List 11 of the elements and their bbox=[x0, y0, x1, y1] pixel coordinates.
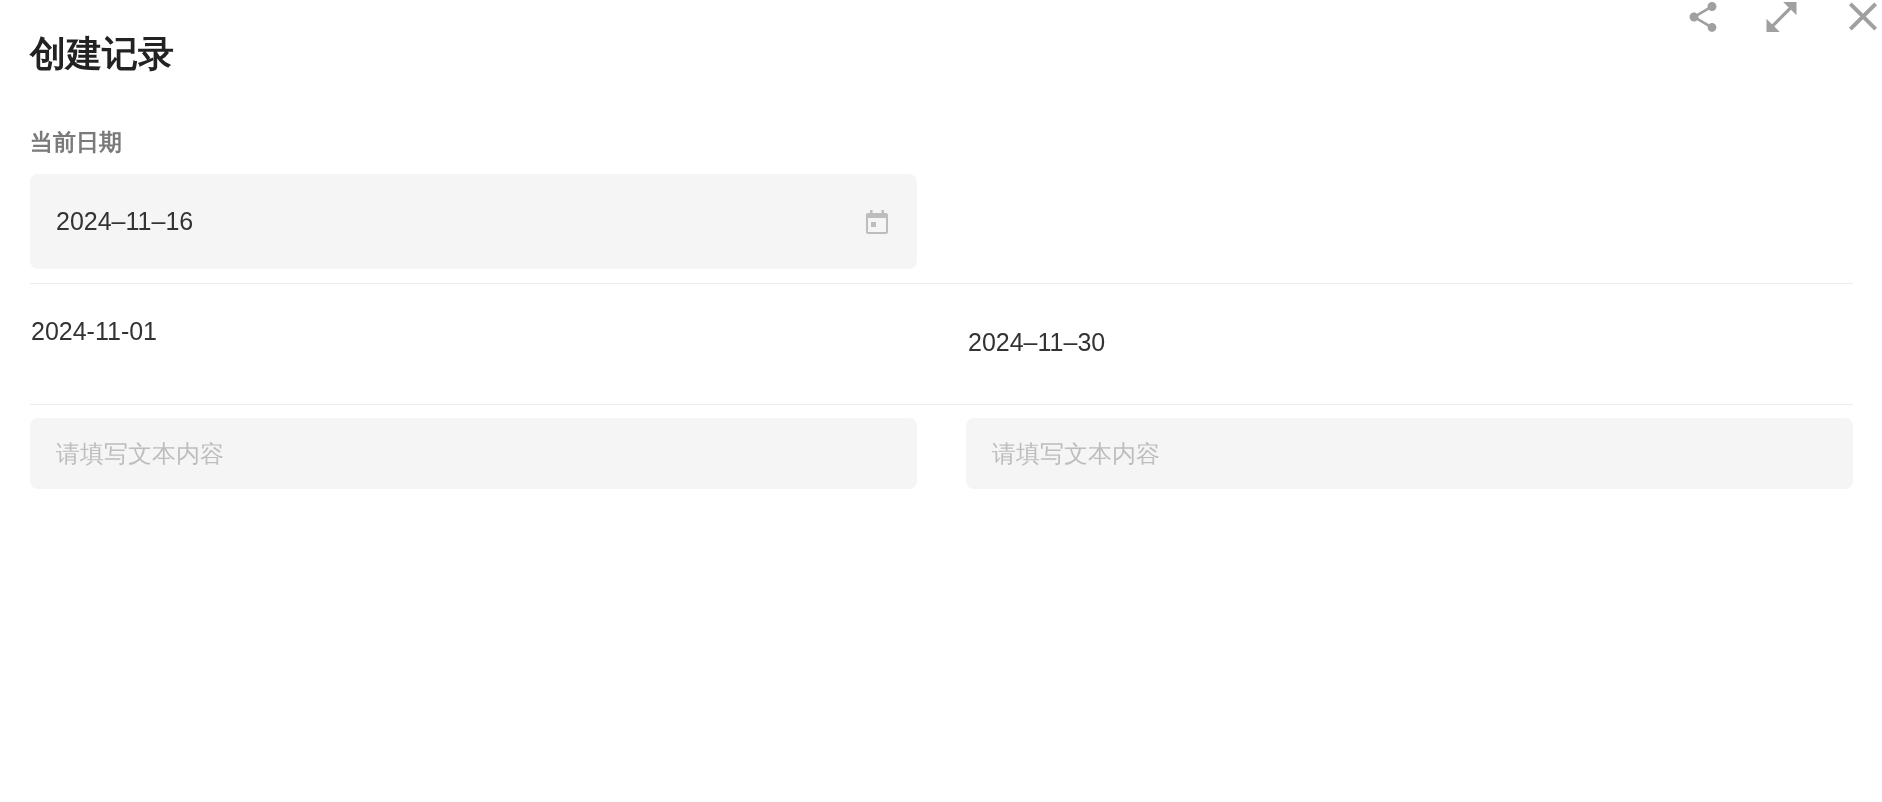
text-input-field[interactable]: 请填写文本内容 bbox=[966, 418, 1853, 489]
dialog-title: 创建记录 bbox=[30, 32, 175, 76]
expand-icon[interactable] bbox=[1766, 2, 1797, 32]
close-icon[interactable] bbox=[1848, 2, 1878, 31]
calendar-icon bbox=[866, 209, 888, 234]
start-date-text: 2024-11-01 bbox=[31, 316, 159, 346]
date-field[interactable]: 2024–11–16 bbox=[30, 174, 917, 269]
text-input-field[interactable]: 请填写文本内容 bbox=[30, 418, 917, 489]
share-icon[interactable] bbox=[1689, 2, 1717, 32]
end-date-text: 2024–11–30 bbox=[968, 327, 1107, 357]
current-date-label: 当前日期 bbox=[30, 128, 123, 157]
